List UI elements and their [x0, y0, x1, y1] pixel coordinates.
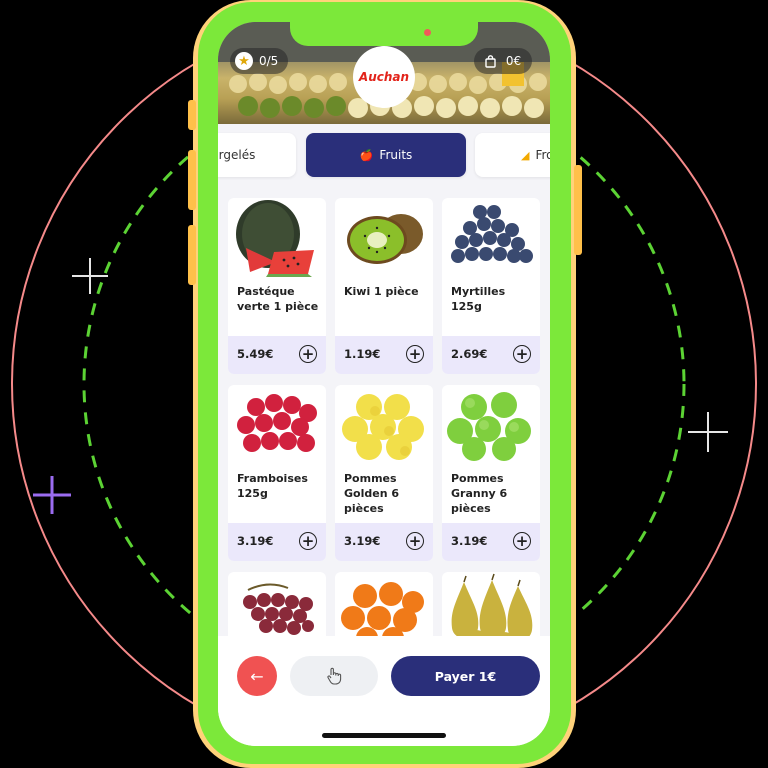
product-card[interactable]: Myrtilles 125g 2.69€ +: [442, 198, 540, 374]
store-logo-text: Auchan: [358, 70, 410, 84]
help-button[interactable]: [290, 656, 378, 696]
add-to-cart-icon[interactable]: +: [406, 532, 424, 550]
product-card[interactable]: Pastéque verte 1 pièce 5.49€ +: [228, 198, 326, 374]
product-price: 5.49€: [237, 347, 274, 361]
golden-apples-image: [342, 394, 424, 460]
product-card[interactable]: [228, 572, 326, 636]
sparkle-icon: [33, 476, 71, 514]
watermelon-image: [236, 200, 314, 277]
phone-side-button: [188, 150, 196, 210]
hand-pointer-icon: [327, 667, 342, 685]
add-to-cart-icon[interactable]: +: [299, 532, 317, 550]
camera-dot: [424, 29, 431, 36]
tab-fromages[interactable]: ◢ Fro: [475, 133, 550, 177]
price-bar: 3.19€ +: [335, 523, 433, 561]
product-price: 1.19€: [344, 347, 381, 361]
price-bar: 1.19€ +: [335, 336, 433, 374]
tab-label: Fruits: [379, 148, 413, 162]
stars-value: 0/5: [259, 54, 279, 68]
store-banner: ★ 0/5 Auchan 0€: [218, 22, 550, 124]
tab-fruits[interactable]: 🍎 Fruits: [306, 133, 466, 177]
product-name: Pommes Granny 6 pièces: [451, 472, 508, 515]
bag-icon: [485, 54, 496, 68]
price-bar: 3.19€ +: [228, 523, 326, 561]
cart-total: 0€: [505, 54, 522, 68]
tab-surgeles[interactable]: rgelés: [218, 133, 296, 177]
product-name: Pastéque verte 1 pièce: [237, 285, 319, 313]
product-price: 3.19€: [344, 534, 381, 548]
store-logo: Auchan: [353, 46, 415, 108]
sparkle-icon: [688, 412, 728, 452]
bottom-action-bar: ← Payer 1€: [218, 636, 550, 746]
sparkle-icon: [72, 258, 108, 294]
product-name: Myrtilles 125g: [451, 285, 506, 313]
product-price: 3.19€: [451, 534, 488, 548]
product-grid: Pastéque verte 1 pièce 5.49€ + Kiwi 1 pi…: [218, 186, 550, 636]
price-bar: 2.69€ +: [442, 336, 540, 374]
phone-side-button: [188, 225, 196, 285]
category-tabs: rgelés 🍎 Fruits ◢ Fro: [218, 124, 550, 186]
arrow-left-icon: ←: [250, 666, 264, 686]
product-price: 2.69€: [451, 347, 488, 361]
price-bar: 3.19€ +: [442, 523, 540, 561]
kiwi-image: [347, 214, 423, 264]
product-name: Pommes Golden 6 pièces: [344, 472, 400, 515]
product-name: Kiwi 1 pièce: [344, 285, 419, 298]
pay-button[interactable]: Payer 1€: [391, 656, 540, 696]
app-screen: ★ 0/5 Auchan 0€ rgelés 🍎 Fruits ◢ Fro Pa…: [218, 22, 550, 746]
add-to-cart-icon[interactable]: +: [513, 532, 531, 550]
add-to-cart-icon[interactable]: +: [406, 345, 424, 363]
home-indicator: [322, 733, 446, 738]
star-icon: ★: [235, 52, 253, 70]
product-card[interactable]: Kiwi 1 pièce 1.19€ +: [335, 198, 433, 374]
tab-label: rgelés: [218, 148, 256, 162]
product-price: 3.19€: [237, 534, 274, 548]
apple-icon: 🍎: [359, 148, 374, 162]
add-to-cart-icon[interactable]: +: [299, 345, 317, 363]
blueberries-image: [451, 205, 533, 263]
product-card[interactable]: [335, 572, 433, 636]
phone-side-button: [574, 165, 582, 255]
add-to-cart-icon[interactable]: +: [513, 345, 531, 363]
stars-counter[interactable]: ★ 0/5: [230, 48, 288, 74]
product-card[interactable]: Pommes Granny 6 pièces 3.19€ +: [442, 385, 540, 561]
price-bar: 5.49€ +: [228, 336, 326, 374]
tab-label: Fro: [535, 148, 550, 162]
granny-apples-image: [447, 392, 531, 461]
product-card[interactable]: [442, 572, 540, 636]
phone-side-button: [188, 100, 196, 130]
cart-button[interactable]: 0€: [474, 48, 532, 74]
pears-image: [451, 573, 533, 636]
grapes-image: [243, 583, 314, 635]
raspberries-image: [237, 394, 317, 452]
product-name: Framboises 125g: [237, 472, 308, 500]
product-card[interactable]: Framboises 125g 3.19€ +: [228, 385, 326, 561]
back-button[interactable]: ←: [237, 656, 277, 696]
phone-notch: [290, 22, 478, 46]
mandarins-image: [341, 582, 424, 636]
cheese-icon: ◢: [521, 148, 530, 162]
product-card[interactable]: Pommes Golden 6 pièces 3.19€ +: [335, 385, 433, 561]
